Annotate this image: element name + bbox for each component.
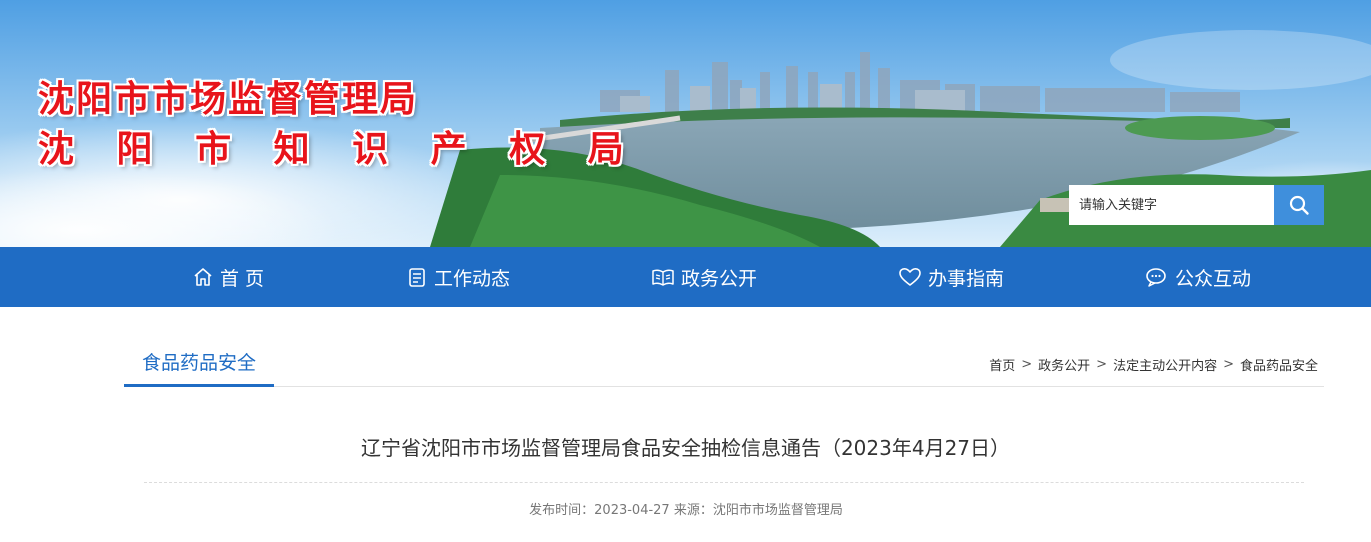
- nav-label-work-news: 工作动态: [434, 267, 511, 290]
- document-icon: [409, 268, 425, 287]
- breadcrumb: 首页 > 政务公开 > 法定主动公开内容 > 食品药品安全: [989, 355, 1318, 374]
- section-header: 食品药品安全 首页 > 政务公开 > 法定主动公开内容 > 食品药品安全: [124, 337, 1324, 387]
- nav-label-gov-affairs: 政务公开: [681, 267, 758, 290]
- breadcrumb-statutory-disclosure[interactable]: 法定主动公开内容: [1113, 355, 1217, 374]
- nav-item-home[interactable]: 首 页: [192, 247, 264, 307]
- section-title: 食品药品安全: [124, 337, 274, 387]
- breadcrumb-home[interactable]: 首页: [989, 355, 1015, 374]
- search-button[interactable]: [1274, 185, 1324, 225]
- nav-item-public-interaction[interactable]: 公众互动: [1145, 247, 1251, 307]
- nav-item-work-news[interactable]: 工作动态: [406, 247, 510, 307]
- search-box: [1069, 185, 1324, 225]
- book-icon: [652, 269, 674, 286]
- search-icon: [1289, 195, 1309, 215]
- chat-icon: [1146, 268, 1166, 287]
- breadcrumb-separator: >: [1096, 357, 1108, 372]
- header-banner: 沈阳市市场监督管理局 沈 阳 市 知 识 产 权 局: [0, 0, 1371, 247]
- article-meta: 发布时间：2023-04-27 来源：沈阳市市场监督管理局: [529, 503, 843, 518]
- nav-label-public-interaction: 公众互动: [1175, 267, 1252, 290]
- nav-label-service-guide: 办事指南: [928, 267, 1005, 290]
- nav-item-gov-affairs[interactable]: 政务公开: [651, 247, 757, 307]
- heart-icon: [899, 268, 921, 286]
- breadcrumb-separator: >: [1223, 357, 1234, 372]
- home-icon: [194, 268, 212, 286]
- nav-label-home: 首 页: [220, 267, 265, 290]
- site-title-line1: 沈阳市市场监督管理局: [38, 79, 419, 120]
- title-divider: [144, 482, 1304, 483]
- site-title-line2: 沈 阳 市 知 识 产 权 局: [38, 129, 639, 170]
- nav-item-service-guide[interactable]: 办事指南: [898, 247, 1004, 307]
- breadcrumb-food-drug-safety[interactable]: 食品药品安全: [1240, 355, 1318, 374]
- search-input[interactable]: [1069, 185, 1274, 225]
- breadcrumb-gov-affairs[interactable]: 政务公开: [1038, 355, 1090, 374]
- main-nav: 首 页 工作动态 政务公开 办事指南 公众互动: [0, 247, 1371, 307]
- breadcrumb-separator: >: [1021, 357, 1033, 372]
- article-title: 辽宁省沈阳市市场监督管理局食品安全抽检信息通告（2023年4月27日）: [360, 436, 1011, 460]
